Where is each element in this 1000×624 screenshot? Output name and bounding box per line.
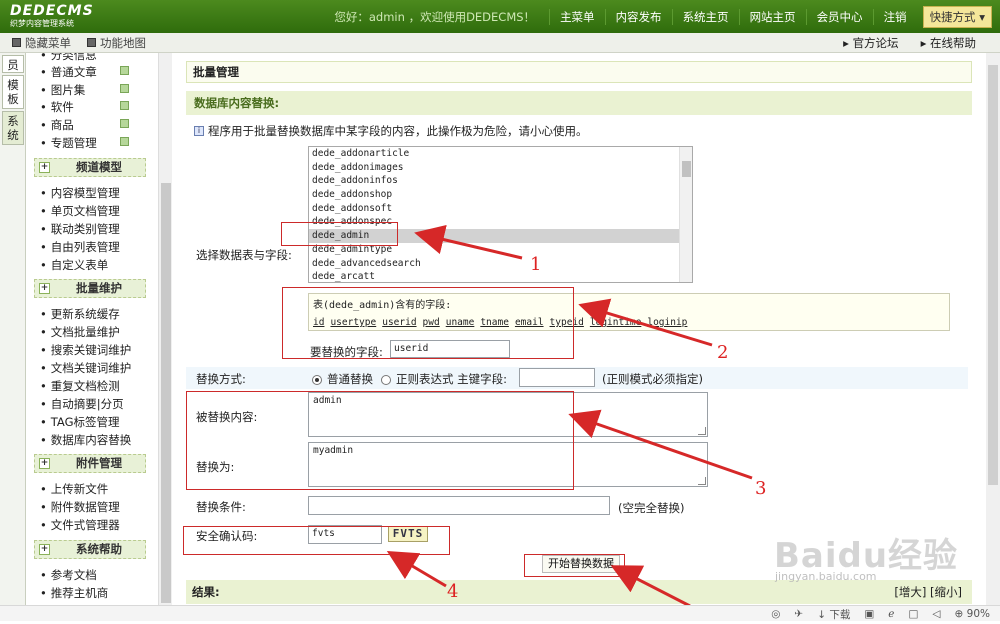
- security-icon[interactable]: ◎: [771, 608, 780, 620]
- baidu-watermark-url: jingyan.baidu.com: [775, 570, 877, 583]
- arrow-1: [414, 224, 523, 260]
- zoom-icon: ⊕: [954, 608, 964, 620]
- screenshot-icon[interactable]: ▣: [864, 608, 874, 620]
- browser-status-bar: ◎ ✈ ↓ 下载 ▣ ℯ □ ◁ ⊕ 90%: [0, 605, 1000, 621]
- ie-icon[interactable]: ℯ: [888, 608, 894, 620]
- arrow-2: [578, 298, 713, 347]
- annotation-number-2: 2: [717, 342, 729, 363]
- download-label: 下载: [829, 608, 851, 621]
- arrow-4: [386, 550, 447, 588]
- sound-icon[interactable]: ◁: [932, 608, 940, 620]
- arrow-3: [568, 409, 753, 480]
- annotation-number-1: 1: [530, 254, 542, 275]
- download-button[interactable]: ↓ 下载: [817, 607, 850, 622]
- arrow-5: [610, 565, 691, 608]
- annotation-number-4: 4: [447, 581, 459, 602]
- pin-icon[interactable]: ✈: [794, 608, 803, 620]
- annotation-number-3: 3: [755, 478, 767, 499]
- window-icon[interactable]: □: [909, 608, 919, 620]
- zoom-control[interactable]: ⊕ 90%: [955, 608, 991, 620]
- zoom-level: 90%: [966, 608, 990, 620]
- download-icon: ↓: [817, 608, 827, 621]
